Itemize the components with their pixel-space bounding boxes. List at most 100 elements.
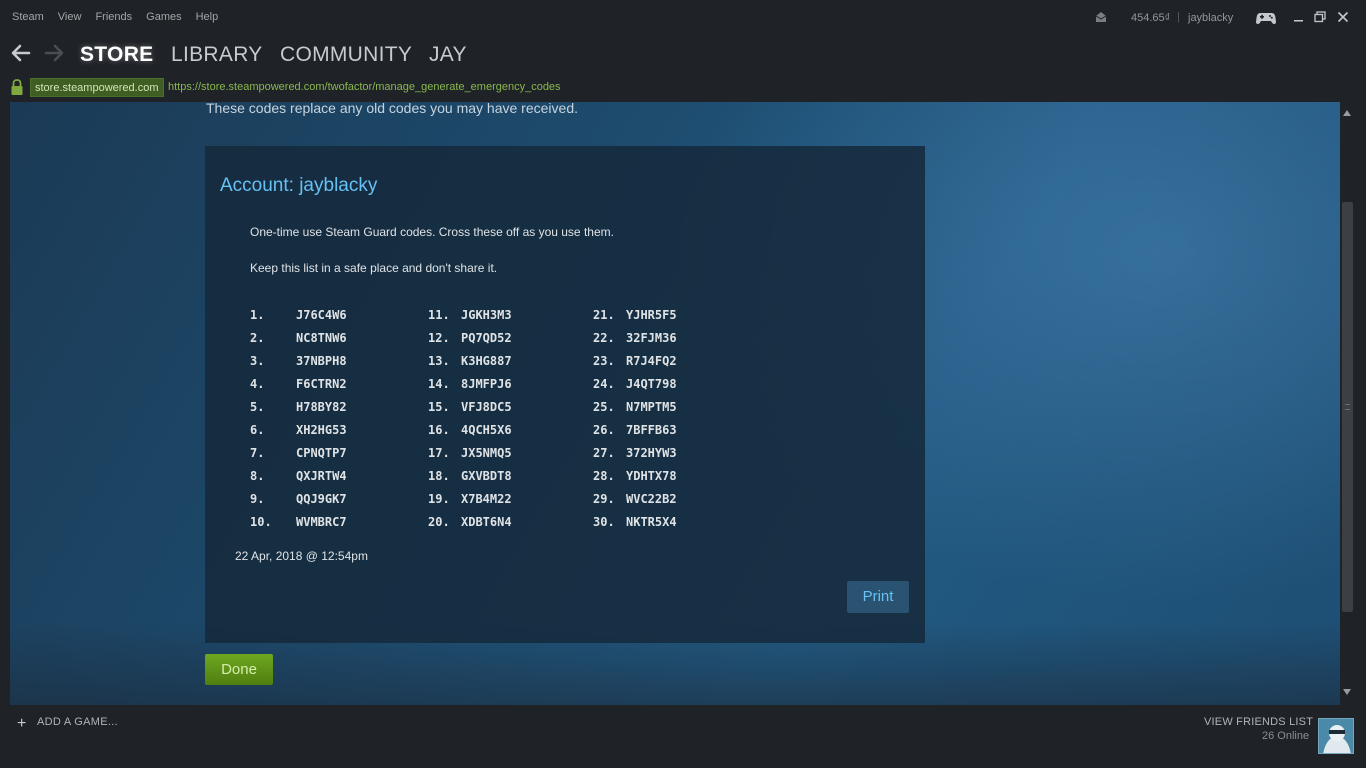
backup-code-value: CPNQTP7 — [296, 446, 347, 460]
account-username[interactable]: jayblacky — [1188, 12, 1233, 24]
scroll-grip-icon — [1345, 404, 1350, 410]
minimize-icon[interactable] — [1293, 11, 1305, 23]
add-game-button[interactable]: ADD A GAME... — [37, 716, 118, 728]
backup-code-item: 14. 8JMFPJ6 — [428, 377, 578, 400]
avatar[interactable] — [1318, 718, 1354, 754]
backup-code-item: 9. QQJ9GK7 — [250, 492, 400, 515]
backup-code-value: JGKH3M3 — [461, 308, 512, 322]
page-scrollbar[interactable] — [1340, 102, 1355, 705]
backup-code-value: H78BY82 — [296, 400, 347, 414]
backup-code-value: YJHR5F5 — [626, 308, 677, 322]
backup-code-number: 25. — [593, 400, 615, 414]
backup-code-item: 4. F6CTRN2 — [250, 377, 400, 400]
done-button[interactable]: Done — [205, 654, 273, 685]
account-separator: | — [1177, 11, 1180, 23]
backup-code-item: 19. X7B4M22 — [428, 492, 578, 515]
scroll-thumb[interactable] — [1342, 202, 1353, 612]
backup-code-item: 18. GXVBDT8 — [428, 469, 578, 492]
backup-code-item: 1. J76C4W6 — [250, 308, 400, 331]
backup-code-item: 11. JGKH3M3 — [428, 308, 578, 331]
menu-help[interactable]: Help — [196, 11, 219, 23]
backup-code-number: 22. — [593, 331, 615, 345]
backup-code-number: 23. — [593, 354, 615, 368]
backup-code-value: NC8TNW6 — [296, 331, 347, 345]
url-domain-badge[interactable]: store.steampowered.com — [30, 78, 164, 97]
backup-code-value: F6CTRN2 — [296, 377, 347, 391]
account-title: Account: jayblacky — [220, 175, 378, 196]
nav-bar: STORE LIBRARY COMMUNITY JAY — [0, 36, 1366, 74]
nav-community[interactable]: COMMUNITY — [280, 43, 412, 67]
menu-friends[interactable]: Friends — [95, 11, 132, 23]
backup-code-number: 7. — [250, 446, 265, 460]
backup-code-value: R7J4FQ2 — [626, 354, 677, 368]
backup-code-value: WVMBRC7 — [296, 515, 347, 529]
view-friends-list-button[interactable]: VIEW FRIENDS LIST — [1204, 716, 1313, 728]
title-bar: Steam View Friends Games Help 454.65₫ | … — [0, 0, 1366, 36]
backup-code-number: 9. — [250, 492, 265, 506]
lock-icon — [11, 79, 23, 95]
back-arrow-icon[interactable] — [10, 43, 32, 63]
backup-code-item: 24. J4QT798 — [593, 377, 743, 400]
backup-code-value: VFJ8DC5 — [461, 400, 512, 414]
menu-view[interactable]: View — [58, 11, 82, 23]
backup-code-value: QXJRTW4 — [296, 469, 347, 483]
backup-code-value: PQ7QD52 — [461, 331, 512, 345]
backup-code-number: 2. — [250, 331, 265, 345]
backup-code-item: 28. YDHTX78 — [593, 469, 743, 492]
backup-code-item: 17. JX5NMQ5 — [428, 446, 578, 469]
nav-store[interactable]: STORE — [80, 43, 153, 67]
store-content: These codes replace any old codes you ma… — [10, 102, 1340, 705]
backup-code-item: 30. NKTR5X4 — [593, 515, 743, 538]
backup-code-item: 27. 372HYW3 — [593, 446, 743, 469]
controller-icon[interactable] — [1256, 11, 1276, 25]
wallet-balance[interactable]: 454.65₫ — [1131, 12, 1170, 24]
backup-code-value: N7MPTM5 — [626, 400, 677, 414]
backup-code-number: 20. — [428, 515, 450, 529]
backup-code-number: 21. — [593, 308, 615, 322]
maximize-icon[interactable] — [1314, 11, 1326, 23]
backup-code-number: 19. — [428, 492, 450, 506]
window-frame-right — [1355, 102, 1366, 705]
backup-code-item: 3. 37NBPH8 — [250, 354, 400, 377]
backup-code-number: 11. — [428, 308, 450, 322]
backup-code-item: 5. H78BY82 — [250, 400, 400, 423]
backup-code-value: GXVBDT8 — [461, 469, 512, 483]
backup-code-item: 21. YJHR5F5 — [593, 308, 743, 331]
backup-code-number: 5. — [250, 400, 265, 414]
backup-code-number: 12. — [428, 331, 450, 345]
menu-steam[interactable]: Steam — [12, 11, 44, 23]
backup-code-number: 29. — [593, 492, 615, 506]
add-game-plus-icon[interactable]: + — [17, 715, 26, 733]
backup-code-number: 15. — [428, 400, 450, 414]
scroll-down-arrow-icon[interactable] — [1343, 689, 1351, 695]
scroll-up-arrow-icon[interactable] — [1343, 110, 1351, 116]
backup-code-number: 18. — [428, 469, 450, 483]
backup-code-value: 32FJM36 — [626, 331, 677, 345]
backup-code-number: 13. — [428, 354, 450, 368]
backup-code-value: 37NBPH8 — [296, 354, 347, 368]
backup-code-item: 12. PQ7QD52 — [428, 331, 578, 354]
forward-arrow-icon[interactable] — [43, 43, 65, 63]
menu-games[interactable]: Games — [146, 11, 181, 23]
url-text[interactable]: https://store.steampowered.com/twofactor… — [168, 81, 561, 93]
backup-code-value: 7BFFB63 — [626, 423, 677, 437]
backup-code-value: 4QCH5X6 — [461, 423, 512, 437]
backup-code-number: 4. — [250, 377, 265, 391]
generated-timestamp: 22 Apr, 2018 @ 12:54pm — [235, 549, 368, 563]
backup-code-item: 13. K3HG887 — [428, 354, 578, 377]
backup-code-value: X7B4M22 — [461, 492, 512, 506]
backup-code-number: 10. — [250, 515, 272, 529]
nav-profile[interactable]: JAY — [429, 43, 467, 67]
backup-code-item: 6. XH2HG53 — [250, 423, 400, 446]
print-button[interactable]: Print — [847, 581, 909, 613]
backup-code-item: 29. WVC22B2 — [593, 492, 743, 515]
notification-icon[interactable] — [1095, 11, 1107, 23]
backup-code-number: 16. — [428, 423, 450, 437]
close-icon[interactable] — [1337, 11, 1349, 23]
nav-library[interactable]: LIBRARY — [171, 43, 263, 67]
backup-code-value: J4QT798 — [626, 377, 677, 391]
codes-description: One-time use Steam Guard codes. Cross th… — [250, 225, 614, 239]
backup-code-item: 2. NC8TNW6 — [250, 331, 400, 354]
backup-code-item: 26. 7BFFB63 — [593, 423, 743, 446]
backup-code-value: NKTR5X4 — [626, 515, 677, 529]
